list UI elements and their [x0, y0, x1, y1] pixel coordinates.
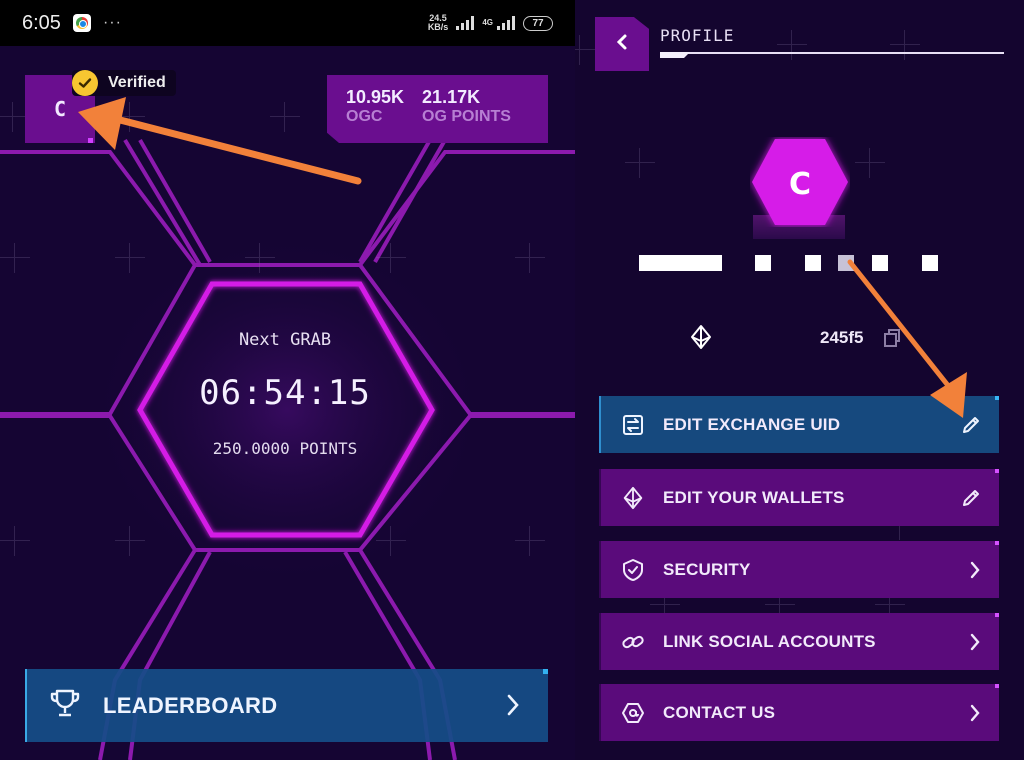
menu-link-social-accounts[interactable]: LINK SOCIAL ACCOUNTS: [599, 613, 999, 670]
corner-accent: [995, 469, 999, 473]
menu-edit-wallets[interactable]: EDIT YOUR WALLETS: [599, 469, 999, 526]
menu-contact-us[interactable]: CONTACT US: [599, 684, 999, 741]
balance-stats: 10.95K OGC 21.17K OG POINTS: [327, 75, 548, 143]
home-screen: C Verified 10.95K OGC 21.17K OG POINTS N…: [0, 0, 575, 760]
menu-security[interactable]: SECURITY: [599, 541, 999, 598]
wallet-address-row: 245f5: [690, 322, 920, 352]
title-underline: [660, 52, 1004, 54]
signal-icon: [456, 16, 475, 30]
grid-mark: [0, 526, 30, 556]
status-time: 6:05: [22, 11, 61, 34]
redaction-block: [838, 255, 854, 271]
wallet-id: 245f5: [820, 328, 864, 347]
ethereum-icon: [621, 486, 645, 510]
verified-label: Verified: [108, 74, 166, 91]
copy-icon[interactable]: [883, 328, 901, 353]
chevron-left-icon: [615, 33, 629, 56]
timer-countdown: 06:54:15: [199, 373, 371, 413]
chevron-right-icon: [969, 703, 981, 728]
verified-check-icon: [72, 70, 98, 96]
trophy-icon: [49, 688, 81, 723]
chrome-icon: [72, 14, 91, 32]
menu-edit-exchange-uid[interactable]: EDIT EXCHANGE UID: [599, 396, 999, 453]
more-notifications-icon: ···: [102, 14, 122, 31]
grid-mark: [376, 243, 406, 273]
menu-label: EDIT YOUR WALLETS: [663, 487, 845, 507]
grid-mark: [515, 526, 545, 556]
stat-value: 10.95K: [346, 87, 405, 107]
network-speed: 24.5 KB/s: [428, 14, 449, 32]
leaderboard-button[interactable]: LEADERBOARD: [25, 669, 548, 742]
stat-ogc: 10.95K OGC: [346, 87, 404, 143]
verified-badge: Verified: [72, 70, 176, 96]
grid-mark: [777, 30, 807, 60]
grid-mark: [115, 526, 145, 556]
timer-reward: 250.0000 POINTS: [212, 439, 358, 458]
battery-icon: 77: [523, 15, 553, 31]
corner-accent: [543, 669, 548, 674]
menu-label: LINK SOCIAL ACCOUNTS: [663, 631, 876, 651]
stat-og-points: 21.17K OG POINTS: [422, 87, 511, 143]
corner-accent: [995, 396, 999, 400]
timer-title: Next GRAB: [238, 330, 332, 350]
corner-accent: [995, 613, 999, 617]
redaction-block: [805, 255, 821, 271]
grid-mark: [0, 102, 28, 132]
grid-mark: [890, 30, 920, 60]
grid-mark: [270, 102, 300, 132]
grid-mark: [515, 243, 545, 273]
stat-label: OG POINTS: [422, 108, 511, 125]
grid-mark: [0, 243, 30, 273]
leaderboard-label: LEADERBOARD: [103, 692, 278, 718]
profile-avatar-letter: C: [789, 167, 811, 202]
grid-mark: [115, 243, 145, 273]
avatar-letter: C: [53, 97, 67, 121]
corner-accent: [995, 684, 999, 688]
grid-mark: [245, 243, 275, 273]
menu-label: EDIT EXCHANGE UID: [663, 414, 841, 434]
exchange-icon: [621, 413, 645, 437]
redaction-block: [872, 255, 888, 271]
grab-timer[interactable]: Next GRAB 06:54:15 250.0000 POINTS: [130, 330, 440, 458]
redaction-block: [922, 255, 938, 271]
chevron-right-icon: [969, 632, 981, 657]
ethereum-icon: [690, 324, 712, 355]
page-title: PROFILE: [660, 26, 735, 45]
chevron-right-icon: [506, 693, 520, 722]
profile-screen: PROFILE C 245f5 EDIT EXCHANGE UID EDIT Y…: [575, 0, 1024, 760]
network-speed-unit: KB/s: [427, 22, 449, 32]
redaction-block: [755, 255, 771, 271]
profile-avatar[interactable]: C: [750, 137, 850, 227]
link-icon: [621, 630, 645, 654]
status-bar: 6:05 ··· 24.5 KB/s 4G 77: [0, 0, 575, 46]
grid-mark: [376, 526, 406, 556]
pencil-icon: [961, 415, 981, 440]
shield-check-icon: [621, 558, 645, 582]
title-underline-accent: [660, 52, 690, 58]
grid-mark: [855, 148, 885, 178]
menu-label: CONTACT US: [663, 702, 776, 722]
menu-label: SECURITY: [663, 559, 751, 579]
back-button[interactable]: [595, 17, 649, 71]
chevron-right-icon: [969, 560, 981, 585]
grid-mark: [625, 148, 655, 178]
corner-accent: [995, 541, 999, 545]
grid-mark: [575, 35, 595, 65]
network-type: 4G: [482, 18, 493, 27]
corner-accent: [88, 138, 93, 143]
signal-icon: [497, 16, 515, 30]
pencil-icon: [961, 488, 981, 513]
at-sign-icon: [621, 701, 645, 725]
stat-label: OGC: [346, 108, 383, 125]
redaction-block: [639, 255, 722, 271]
stat-value: 21.17K: [422, 87, 481, 107]
grid-mark: [115, 102, 145, 132]
